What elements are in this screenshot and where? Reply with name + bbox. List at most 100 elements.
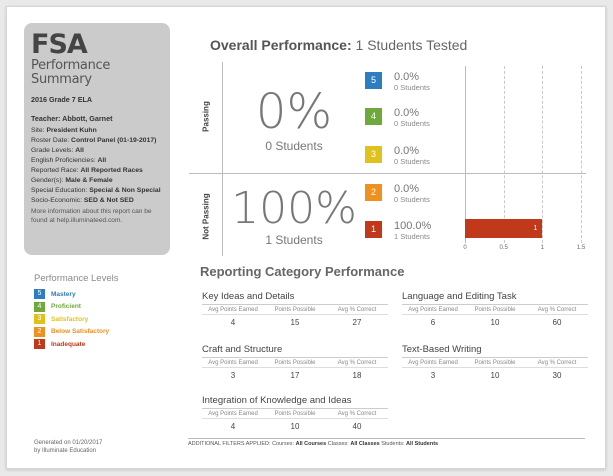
level-row-2-badge: 2 [365, 184, 382, 201]
level-4-swatch: 4 [34, 301, 45, 312]
chart-tick-label: 1.5 [576, 245, 586, 251]
performance-block: Passing Not Passing 0% 0 Students 100% 1… [189, 62, 586, 256]
passing-students: 0 Students [265, 139, 323, 153]
avg-percent-correct: 27 [352, 318, 362, 327]
level-row-5-students: 0 Students [394, 83, 430, 92]
performance-levels-legend: Performance Levels 5 Mastery 4 Proficien… [34, 273, 118, 351]
report-title: FSA [31, 29, 88, 60]
report-subtitle-1: Performance [31, 58, 111, 73]
generated-by: by Illuminate Education [34, 447, 97, 454]
level-5-name: Mastery [51, 290, 76, 298]
chart-tick-label: 0.5 [499, 245, 508, 251]
header-points-possible: Points Possible [274, 360, 316, 366]
chart-gridline [465, 66, 466, 243]
level-1-name: Inadequate [51, 340, 86, 348]
level-row-1-students: 1 Students [394, 232, 430, 241]
chart-tick-label: 0 [463, 245, 467, 251]
summary-field-socio-economic: Socio-Economic: SED & Not SED [31, 197, 134, 204]
courses-value: All Courses [295, 441, 327, 447]
level-row-4-percent: 0.0% [394, 107, 420, 119]
level-row-3-percent: 0.0% [394, 145, 420, 157]
points-possible: 10 [490, 318, 500, 327]
summary-field-special-education: Special Education: Special & Non Special [31, 187, 161, 194]
teacher: Teacher: Abbott, Garnet [31, 114, 113, 123]
header-avg-percent-correct: Avg % Correct [537, 360, 577, 366]
level-4-name: Proficient [51, 303, 81, 311]
level-row-1-badge: 1 [365, 221, 382, 238]
summary-field-grade-levels: Grade Levels: All [31, 147, 84, 154]
legend-item-below-satisfactory: 2 Below Satisfactory [34, 326, 118, 339]
category-integration-knowledge: Integration of Knowledge and Ideas Avg P… [202, 395, 388, 431]
not-passing-students: 1 Students [265, 233, 323, 247]
classes-value: All Classes [350, 441, 380, 447]
header-avg-percent-correct: Avg % Correct [337, 360, 377, 366]
label-divider [222, 62, 223, 256]
summary-field-site: Site: President Kuhn [31, 127, 97, 134]
classes-label: Classes: [327, 441, 349, 447]
level-row-3-badge: 3 [365, 146, 382, 163]
avg-points-earned: 3 [430, 371, 436, 380]
level-row-5-percent: 0.0% [394, 71, 420, 83]
category-craft-structure: Craft and Structure Avg Points Earned Poi… [202, 344, 388, 380]
header-avg-points-earned: Avg Points Earned [208, 360, 258, 366]
students-tested: 1 Students Tested [355, 37, 468, 53]
level-2-name: Below Satisfactory [51, 328, 110, 336]
header-points-possible: Points Possible [474, 360, 516, 366]
legend-item-satisfactory: 3 Satisfactory [34, 313, 118, 326]
header-avg-percent-correct: Avg % Correct [337, 307, 377, 313]
points-possible: 10 [490, 371, 500, 380]
level-distribution-chart: 0 0.5 1 1.5 1 [463, 62, 585, 251]
level-row-5: 5 0.0% 0 Students [365, 72, 430, 92]
summary-field-gender: Gender(s): Male & Female [31, 177, 113, 184]
header-points-possible: Points Possible [274, 307, 316, 313]
chart-tick-label: 1 [540, 245, 544, 251]
report-page: FSA Performance Summary 2016 Grade 7 ELA… [6, 6, 606, 469]
category-name: Key Ideas and Details [202, 291, 388, 305]
chart-gridline [503, 66, 505, 243]
category-key-ideas: Key Ideas and Details Avg Points Earned P… [202, 291, 388, 327]
level-5-swatch: 5 [34, 289, 45, 300]
summary-field-reported-race: Reported Race: All Reported Races [31, 167, 143, 174]
overall-label: Overall Performance: [210, 37, 352, 53]
header-avg-points-earned: Avg Points Earned [408, 360, 458, 366]
points-possible: 15 [290, 318, 300, 327]
header-avg-points-earned: Avg Points Earned [408, 307, 458, 313]
students-label: Students: [381, 441, 405, 447]
chart-gridline [581, 66, 582, 243]
avg-points-earned: 3 [230, 371, 236, 380]
category-name: Craft and Structure [202, 344, 388, 358]
avg-percent-correct: 60 [552, 318, 562, 327]
report-subtitle-2: Summary [31, 72, 92, 87]
level-row-4: 4 0.0% 0 Students [365, 108, 430, 128]
category-language-editing: Language and Editing Task Avg Points Ear… [402, 291, 588, 327]
legend-title: Performance Levels [34, 273, 119, 284]
students-value: All Students [406, 441, 439, 447]
points-possible: 17 [290, 371, 300, 380]
help-info: More information about this report can b… [31, 208, 152, 224]
avg-points-earned: 6 [430, 318, 436, 327]
summary-card: FSA Performance Summary 2016 Grade 7 ELA… [24, 23, 170, 255]
level-3-name: Satisfactory [51, 315, 89, 323]
chart-gridline [542, 66, 544, 243]
avg-percent-correct: 30 [552, 371, 562, 380]
level-row-5-badge: 5 [365, 72, 382, 89]
level-2-swatch: 2 [34, 326, 45, 337]
level-row-2-students: 0 Students [394, 195, 430, 204]
header-points-possible: Points Possible [274, 411, 316, 417]
header-avg-percent-correct: Avg % Correct [537, 307, 577, 313]
reporting-category-title: Reporting Category Performance [200, 264, 405, 279]
level-row-4-students: 0 Students [394, 119, 430, 128]
avg-percent-correct: 40 [352, 422, 362, 431]
filters-label: ADDITIONAL FILTERS APPLIED: [188, 441, 271, 447]
level-row-1-percent: 100.0% [394, 220, 432, 232]
grade-subject: 2016 Grade 7 ELA [31, 95, 93, 104]
summary-field-english-proficiencies: English Proficiencies: All [31, 157, 107, 164]
generated-date: Generated on 01/20/2017 [34, 440, 103, 446]
header-avg-points-earned: Avg Points Earned [208, 307, 258, 313]
legend-item-inadequate: 1 Inadequate [34, 338, 118, 351]
legend-item-mastery: 5 Mastery [34, 288, 118, 301]
courses-label: Courses: [272, 441, 295, 447]
level-row-3: 3 0.0% 0 Students [365, 146, 430, 166]
level-row-2-percent: 0.0% [394, 183, 420, 195]
generated-note: Generated on 01/20/2017 by Illuminate Ed… [34, 440, 102, 455]
